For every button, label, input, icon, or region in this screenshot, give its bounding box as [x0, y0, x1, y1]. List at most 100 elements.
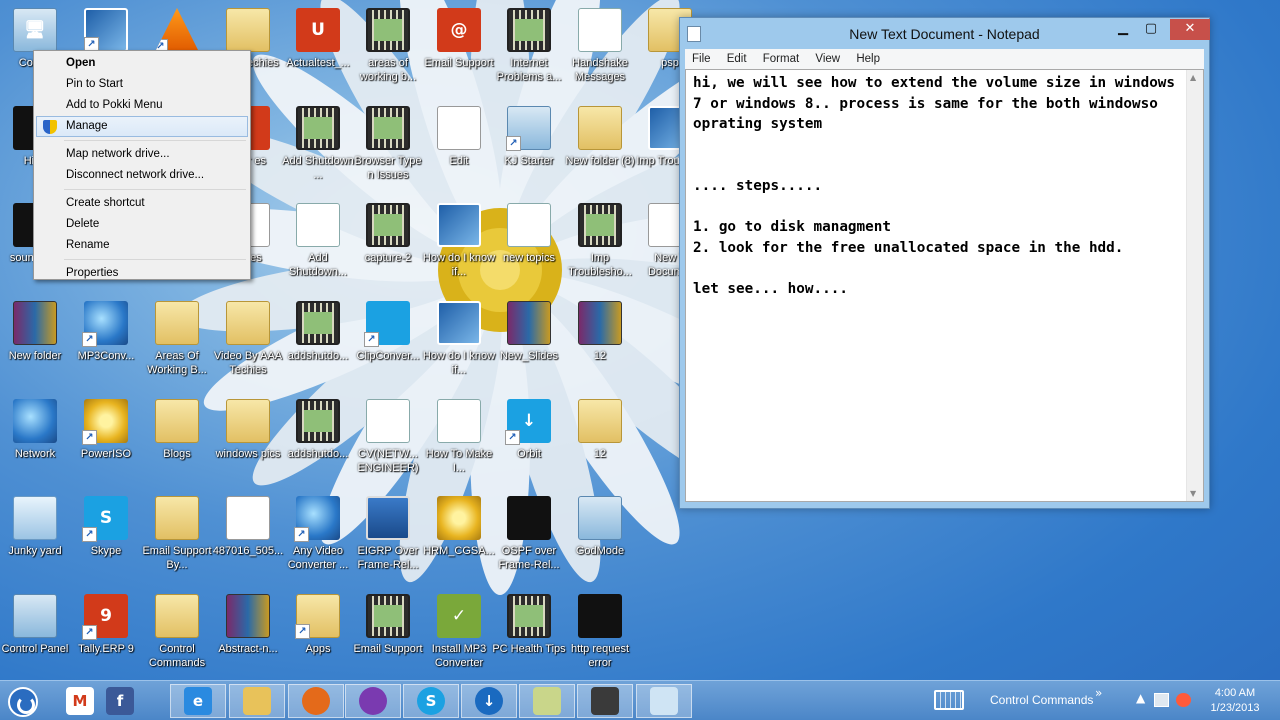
desktop-icon[interactable]: S Skype [71, 492, 141, 588]
scroll-down-icon[interactable]: ▼ [1190, 489, 1196, 498]
desktop-icon[interactable]: Email Support [353, 590, 423, 686]
desktop-icon[interactable]: Browser Type n Issues [353, 102, 423, 198]
taskbar-skype[interactable]: S [403, 684, 459, 718]
menu-item-manage[interactable]: Manage [36, 116, 248, 137]
taskbar: M f e S ↓ Control Commands » ▲ 4:00 AM 1… [0, 680, 1280, 720]
keyboard-icon[interactable] [934, 690, 964, 710]
desktop-icon[interactable]: addshutdo... [283, 297, 353, 393]
volume-icon[interactable] [1176, 693, 1191, 707]
taskbar-internet-explorer[interactable]: e [170, 684, 226, 718]
maximize-icon[interactable]: ▢ [1138, 19, 1164, 40]
taskbar-facebook[interactable]: f [92, 684, 148, 718]
desktop-icon[interactable]: Add Shutdown ... [282, 102, 354, 198]
menu-item-properties[interactable]: Properties [36, 263, 248, 284]
desktop-icon-image [364, 301, 410, 347]
vertical-scrollbar[interactable]: ▲ ▼ [1186, 70, 1203, 501]
desktop-icon[interactable]: W CV(NETW... ENGINEER) [353, 395, 423, 491]
desktop-icon-image [437, 203, 481, 247]
desktop-icon[interactable]: 487016_505... [213, 492, 283, 588]
menu-item-open[interactable]: Open [36, 53, 248, 74]
menu-file[interactable]: File [692, 49, 711, 69]
desktop-icon[interactable]: W Add Shutdown... [283, 199, 353, 295]
desktop-icon[interactable]: Email Support By... [142, 492, 212, 588]
system-clock[interactable]: 4:00 AM 1/23/2013 [1200, 686, 1270, 716]
desktop-icon[interactable]: U Actualtest_... [283, 4, 353, 100]
desktop-icon[interactable]: KJ Starter [494, 102, 564, 198]
desktop-icon[interactable]: How do I know if... [423, 199, 495, 295]
notepad-text-area[interactable]: hi, we will see how to extend the volume… [685, 69, 1204, 502]
desktop-icon[interactable]: New folder [0, 297, 70, 393]
desktop-icon[interactable]: HRM_CGSA... [423, 492, 495, 588]
desktop-icon[interactable]: Apps [283, 590, 353, 686]
desktop-icon[interactable]: 9 Tally.ERP 9 [71, 590, 141, 686]
desktop-icon[interactable]: 12 [565, 395, 635, 491]
desktop-icon[interactable]: Any Video Converter ... [283, 492, 353, 588]
network-icon[interactable] [1154, 693, 1169, 707]
desktop-icon[interactable]: W Handshake Messages [565, 4, 635, 100]
desktop-icon[interactable]: Network [0, 395, 70, 491]
taskbar-media-player[interactable] [345, 684, 401, 718]
desktop-icon[interactable]: Edit [424, 102, 494, 198]
desktop-icon[interactable]: ClipConver... [353, 297, 423, 393]
desktop-icon[interactable]: Abstract-n... [213, 590, 283, 686]
desktop-icon-image [507, 301, 551, 345]
desktop-icon-label: New folder (8) [565, 155, 635, 167]
notepad-menubar: File Edit Format View Help [685, 49, 1204, 69]
desktop-icon[interactable]: Internet Problems a... [494, 4, 564, 100]
desktop-icon[interactable]: areas of working b... [353, 4, 423, 100]
desktop-icon[interactable]: windows pics [213, 395, 283, 491]
menu-view[interactable]: View [815, 49, 840, 69]
taskbar-notes[interactable] [519, 684, 575, 718]
desktop-icon[interactable]: http request error [565, 590, 635, 686]
menu-item-disconnect-network-drive[interactable]: Disconnect network drive... [36, 165, 248, 186]
taskbar-file-explorer[interactable] [229, 684, 285, 718]
menu-item-rename[interactable]: Rename [36, 235, 248, 256]
desktop-icon[interactable]: Blogs [142, 395, 212, 491]
menu-help[interactable]: Help [856, 49, 880, 69]
notepad-content[interactable]: hi, we will see how to extend the volume… [693, 73, 1183, 300]
desktop-icon[interactable]: Wnew topics [494, 199, 564, 295]
taskbar-orbit[interactable]: ↓ [461, 684, 517, 718]
show-hidden-icons-icon[interactable]: ▲ [1136, 691, 1145, 705]
desktop-icon[interactable]: Areas Of Working B... [142, 297, 212, 393]
menu-item-delete[interactable]: Delete [36, 214, 248, 235]
desktop-icon[interactable]: addshutdo... [283, 395, 353, 491]
desktop-icon[interactable]: W How To Make I... [424, 395, 494, 491]
desktop-icon[interactable]: PC Health Tips [492, 590, 566, 686]
desktop-icon[interactable]: 12 [565, 297, 635, 393]
desktop-icon[interactable]: PowerISO [71, 395, 141, 491]
desktop-icon[interactable]: New_Slides [494, 297, 564, 393]
taskbar-firefox[interactable] [288, 684, 344, 718]
taskbar-camera[interactable] [577, 684, 633, 718]
menu-item-create-shortcut[interactable]: Create shortcut [36, 193, 248, 214]
desktop-icon[interactable]: OSPF over Frame-Rel... [494, 492, 564, 588]
desktop-icon[interactable]: ✓ Install MP3 Converter [424, 590, 494, 686]
desktop-icon[interactable]: Control Commands [142, 590, 212, 686]
desktop-icon[interactable]: Imp Troublesho... [565, 199, 635, 295]
scroll-up-icon[interactable]: ▲ [1190, 73, 1196, 82]
desktop-icon[interactable]: GodMode [565, 492, 635, 588]
desktop-icon[interactable]: Control Panel [0, 590, 70, 686]
desktop-icon[interactable]: Video By AAA Techies [213, 297, 283, 393]
notepad-titlebar[interactable]: New Text Document - Notepad ▁ ▢ ✕ [680, 18, 1210, 50]
desktop-icon[interactable]: MP3Conv... [71, 297, 141, 393]
desktop-icon-image [578, 301, 622, 345]
desktop-icon[interactable]: New folder (8) [565, 102, 635, 198]
minimize-icon[interactable]: ▁ [1110, 19, 1136, 40]
menu-edit[interactable]: Edit [727, 49, 747, 69]
start-orb-icon[interactable] [8, 687, 38, 717]
desktop-icon[interactable]: @ Email Support [424, 4, 494, 100]
desktop-icon[interactable]: capture-2 [353, 199, 423, 295]
tray-toolbar-label[interactable]: Control Commands [990, 693, 1093, 707]
menu-item-pin-to-start[interactable]: Pin to Start [36, 74, 248, 95]
desktop-icon[interactable]: ↓ Orbit [494, 395, 564, 491]
desktop-icon[interactable]: EIGRP Over Frame-Rel... [353, 492, 423, 588]
close-icon[interactable]: ✕ [1170, 19, 1210, 40]
menu-format[interactable]: Format [763, 49, 799, 69]
taskbar-notepad[interactable] [636, 684, 692, 718]
chevron-right-icon[interactable]: » [1095, 686, 1102, 700]
desktop-icon[interactable]: Junky yard [0, 492, 70, 588]
menu-item-map-network-drive[interactable]: Map network drive... [36, 144, 248, 165]
menu-item-add-to-pokki[interactable]: Add to Pokki Menu [36, 95, 248, 116]
desktop-icon[interactable]: How do I know if... [423, 297, 495, 393]
